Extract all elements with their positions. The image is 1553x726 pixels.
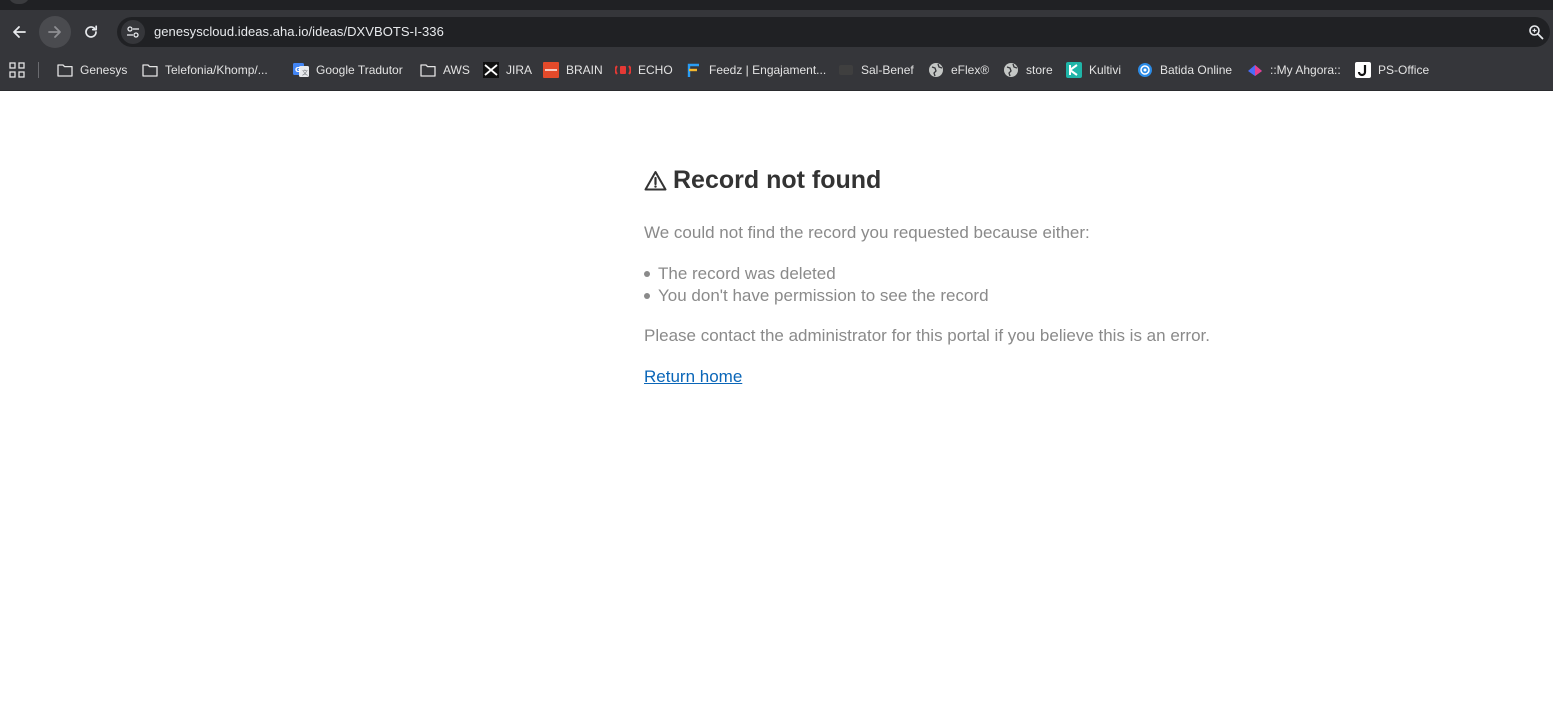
zoom-icon[interactable] [1528, 24, 1544, 40]
page-title: Record not found [644, 160, 1524, 200]
batida-icon [1137, 62, 1153, 78]
warning-icon [644, 170, 667, 191]
bookmark-label: Genesys [80, 63, 128, 77]
bookmark-genesys[interactable]: Genesys [57, 61, 127, 79]
bookmark-feedz[interactable]: Feedz | Engajament... [686, 61, 826, 79]
arrow-left-icon [13, 26, 26, 38]
browser-toolbar: genesyscloud.ideas.aha.io/ideas/DXVBOTS-… [0, 10, 1553, 50]
bookmark-label: AWS [443, 63, 470, 77]
bookmark-aws[interactable]: AWS [420, 61, 470, 79]
ps-office-icon [1355, 62, 1371, 78]
arrow-right-icon [48, 26, 61, 38]
bookmark-jira[interactable]: JIRA [483, 61, 532, 79]
bookmark-my-ahgora[interactable]: ::My Ahgora:: [1247, 61, 1341, 79]
jira-icon [483, 62, 499, 78]
page-title-text: Record not found [673, 165, 882, 194]
bookmark-store[interactable]: store [1003, 61, 1053, 79]
url-text[interactable]: genesyscloud.ideas.aha.io/ideas/DXVBOTS-… [154, 24, 444, 39]
bookmark-brain[interactable]: BRAIN [543, 61, 603, 79]
bookmark-label: Google Tradutor [316, 63, 403, 77]
bookmark-label: Sal-Benef [861, 63, 914, 77]
globe-icon [1003, 62, 1019, 78]
bookmark-telefonia[interactable]: Telefonia/Khomp/... [142, 61, 268, 79]
contact-text: Please contact the administrator for thi… [644, 326, 1210, 345]
bookmark-label: ::My Ahgora:: [1270, 63, 1341, 77]
back-button[interactable] [3, 16, 35, 48]
svg-text:文: 文 [302, 69, 308, 77]
bookmark-eflex[interactable]: eFlex® [928, 61, 989, 79]
reload-icon [85, 25, 98, 38]
bookmark-label: store [1026, 63, 1053, 77]
return-home-link[interactable]: Return home [644, 367, 742, 387]
error-content: Record not found We could not find the r… [644, 160, 1524, 387]
folder-icon [420, 62, 436, 78]
bookmark-ps-office[interactable]: PS-Office [1355, 61, 1429, 79]
bookmark-label: JIRA [506, 63, 533, 77]
bookmarks-bar: Genesys Telefonia/Khomp/... G 文 Google T… [0, 50, 1553, 91]
bookmark-label: PS-Office [1378, 63, 1430, 77]
kultivi-icon [1066, 62, 1082, 78]
list-item: The record was deleted [644, 263, 1524, 285]
reason-text: The record was deleted [658, 264, 836, 283]
svg-text:G: G [295, 66, 301, 74]
tab-strip [0, 0, 1553, 10]
reason-text: You don't have permission to see the rec… [658, 286, 989, 305]
intro-text: We could not find the record you request… [644, 223, 1090, 242]
feedz-icon [686, 62, 702, 78]
bookmark-label: Batida Online [1160, 63, 1233, 77]
bookmark-kultivi[interactable]: Kultivi [1066, 61, 1121, 79]
reasons-list: The record was deleted You don't have pe… [644, 263, 1524, 307]
bookmarks-separator [38, 62, 39, 78]
brain-icon [543, 62, 559, 78]
folder-icon [57, 62, 73, 78]
globe-icon [928, 62, 944, 78]
address-bar[interactable]: genesyscloud.ideas.aha.io/ideas/DXVBOTS-… [117, 17, 1550, 47]
bookmark-label: ECHO [638, 63, 673, 77]
apps-grid-icon[interactable] [9, 62, 25, 78]
forward-button[interactable] [39, 16, 71, 48]
bookmark-label: BRAIN [566, 63, 603, 77]
bookmark-echo[interactable]: ECHO [615, 61, 673, 79]
list-item: You don't have permission to see the rec… [644, 285, 1524, 307]
folder-icon [142, 62, 158, 78]
google-translate-icon: G 文 [293, 62, 309, 78]
bookmark-sal-benef[interactable]: Sal-Benef [838, 61, 914, 79]
bullet [644, 271, 650, 277]
bookmark-label: Kultivi [1089, 63, 1122, 77]
bookmark-label: eFlex® [951, 63, 990, 77]
bookmark-batida-online[interactable]: Batida Online [1137, 61, 1232, 79]
bullet [644, 293, 650, 299]
echo-icon [615, 62, 631, 78]
bookmark-google-tradutor[interactable]: G 文 Google Tradutor [293, 61, 403, 79]
tab[interactable] [8, 0, 30, 4]
reload-button[interactable] [75, 16, 107, 48]
ahgora-icon [1247, 62, 1263, 78]
bookmark-label: Feedz | Engajament... [709, 63, 827, 77]
bookmark-label: Telefonia/Khomp/... [165, 63, 268, 77]
site-info-button[interactable] [121, 20, 145, 44]
tune-icon [127, 26, 139, 38]
sal-benef-icon [838, 62, 854, 78]
